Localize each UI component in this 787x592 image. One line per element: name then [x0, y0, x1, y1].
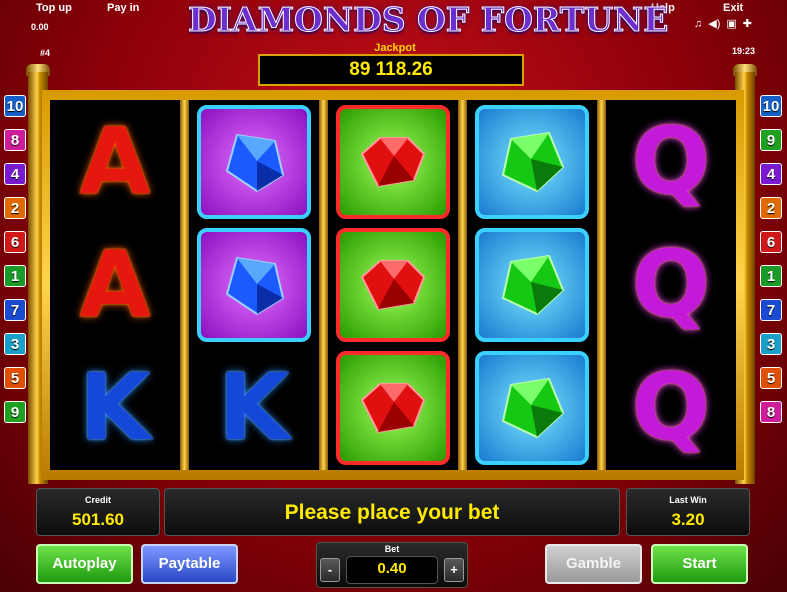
top-up-link[interactable]: Top up	[36, 2, 72, 14]
payline-marker-9[interactable]: 9	[4, 401, 26, 423]
payline-marker-5[interactable]: 5	[760, 367, 782, 389]
pay-in-link[interactable]: Pay in	[107, 2, 139, 14]
status-message: Please place your bet	[284, 501, 500, 524]
blue-diamond-symbol	[189, 102, 319, 222]
symbol-q: Q	[631, 108, 711, 215]
green-emerald-symbol	[467, 102, 597, 222]
last-win-label: Last Win	[669, 495, 707, 505]
symbol-a: A	[79, 231, 151, 338]
payline-marker-3[interactable]: 3	[760, 333, 782, 355]
reel-4	[467, 100, 597, 470]
paytable-button[interactable]: Paytable	[141, 544, 238, 584]
reel-1: A A K	[50, 100, 180, 470]
symbol-q: Q	[631, 354, 711, 461]
red-ruby-symbol	[328, 102, 458, 222]
fullscreen-icon[interactable]: ✚	[743, 18, 752, 30]
payline-marker-8[interactable]: 8	[4, 129, 26, 151]
start-button[interactable]: Start	[651, 544, 748, 584]
reel-divider	[180, 100, 189, 470]
reels: A A K K Q Q Q	[50, 100, 736, 470]
settings-icon[interactable]: ▣	[726, 18, 736, 30]
payline-marker-6[interactable]: 6	[4, 231, 26, 253]
payline-marker-10[interactable]: 10	[760, 95, 782, 117]
reel-divider	[597, 100, 606, 470]
game-id: #4	[40, 48, 51, 58]
ruby-icon	[336, 228, 450, 342]
reel-divider	[458, 100, 467, 470]
red-ruby-symbol	[328, 348, 458, 468]
payline-marker-5[interactable]: 5	[4, 367, 26, 389]
payline-marker-1[interactable]: 1	[4, 265, 26, 287]
bet-label: Bet	[384, 544, 400, 554]
autoplay-button[interactable]: Autoplay	[36, 544, 133, 584]
last-win-value: 3.20	[671, 510, 705, 529]
last-win-panel: Last Win 3.20	[626, 488, 750, 536]
gamble-button[interactable]: Gamble	[545, 544, 642, 584]
emerald-icon	[475, 351, 589, 465]
symbol-a: A	[79, 108, 151, 215]
payline-marker-1[interactable]: 1	[760, 265, 782, 287]
ruby-icon	[336, 105, 450, 219]
balance-readout: 0.00	[31, 22, 49, 32]
reel-3	[328, 100, 458, 470]
payline-marker-7[interactable]: 7	[760, 299, 782, 321]
credit-panel: Credit 501.60	[36, 488, 160, 536]
blue-diamond-icon	[197, 105, 311, 219]
game-title: DIAMONDS OF FORTUNE	[188, 0, 669, 40]
bet-value-box: 0.40	[346, 556, 438, 584]
jackpot-value: 89 118.26	[258, 54, 524, 86]
payline-marker-10[interactable]: 10	[4, 95, 26, 117]
ruby-icon	[336, 351, 450, 465]
emerald-icon	[475, 228, 589, 342]
blue-diamond-icon	[197, 228, 311, 342]
bet-decrease-button[interactable]: -	[320, 558, 340, 582]
reel-5: Q Q Q	[606, 100, 736, 470]
payline-marker-4[interactable]: 4	[760, 163, 782, 185]
music-icon[interactable]: ♫	[694, 18, 702, 30]
payline-marker-6[interactable]: 6	[760, 231, 782, 253]
payline-marker-4[interactable]: 4	[4, 163, 26, 185]
jackpot-label: Jackpot	[374, 42, 416, 54]
reel-divider	[319, 100, 328, 470]
bet-value: 0.40	[377, 560, 407, 577]
top-icons: ♫ ◀) ▣ ✚	[694, 17, 758, 30]
emerald-icon	[475, 105, 589, 219]
payline-marker-7[interactable]: 7	[4, 299, 26, 321]
symbol-k: K	[79, 354, 151, 461]
credit-label: Credit	[84, 495, 111, 505]
symbol-k: K	[218, 354, 290, 461]
green-emerald-symbol	[467, 348, 597, 468]
reel-2: K	[189, 100, 319, 470]
payline-marker-2[interactable]: 2	[760, 197, 782, 219]
red-ruby-symbol	[328, 225, 458, 345]
green-emerald-symbol	[467, 225, 597, 345]
payline-marker-2[interactable]: 2	[4, 197, 26, 219]
payline-marker-9[interactable]: 9	[760, 129, 782, 151]
message-panel: Please place your bet	[164, 488, 620, 536]
sound-icon[interactable]: ◀)	[708, 18, 720, 30]
exit-link[interactable]: Exit	[723, 2, 743, 14]
payline-marker-8[interactable]: 8	[760, 401, 782, 423]
symbol-q: Q	[631, 231, 711, 338]
clock: 19:23	[732, 46, 756, 56]
bet-increase-button[interactable]: +	[444, 558, 464, 582]
blue-diamond-symbol	[189, 225, 319, 345]
credit-value: 501.60	[72, 510, 124, 529]
payline-marker-3[interactable]: 3	[4, 333, 26, 355]
